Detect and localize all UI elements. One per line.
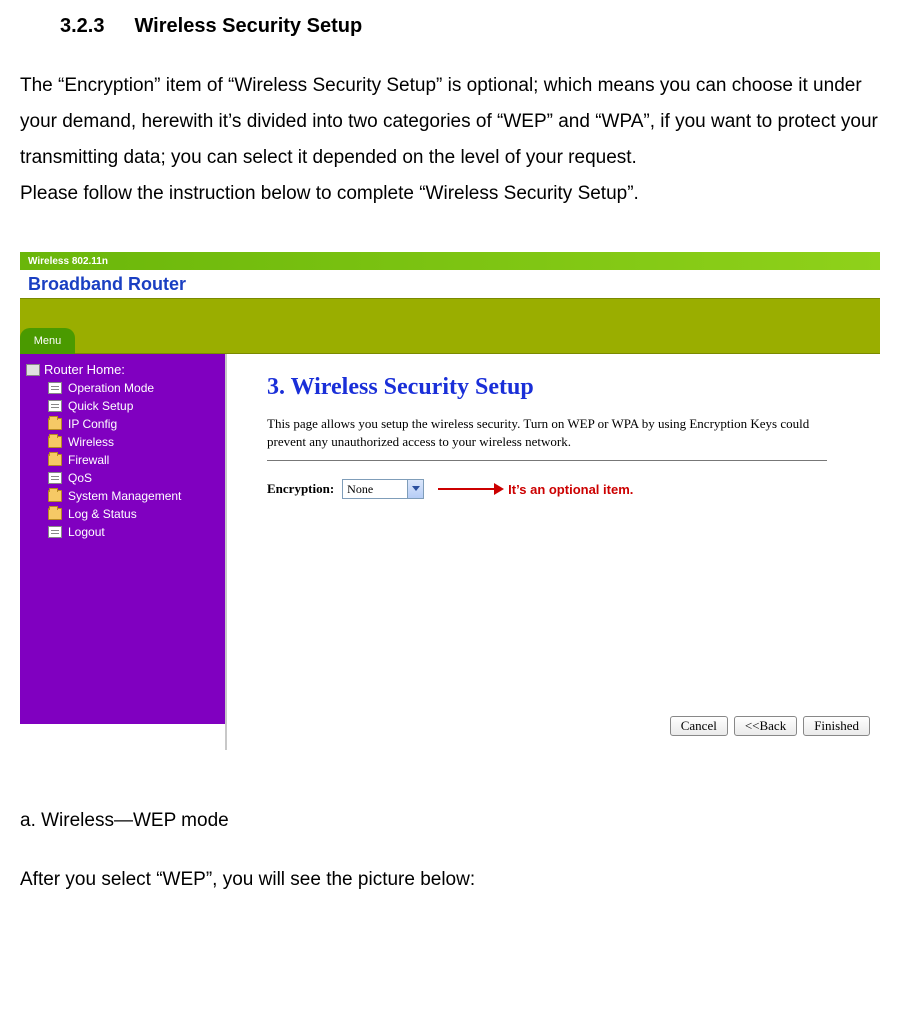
button-row: Cancel <<Back Finished — [670, 716, 870, 736]
sidebar-item-operation-mode[interactable]: Operation Mode — [20, 379, 225, 397]
sidebar-item-label: Quick Setup — [68, 399, 133, 413]
sidebar-item-logout[interactable]: Logout — [20, 523, 225, 541]
window-title: Wireless 802.11n — [28, 256, 108, 267]
router-screenshot: Wireless 802.11n Broadband Router Menu R… — [20, 252, 880, 750]
cancel-button[interactable]: Cancel — [670, 716, 728, 736]
sidebar-item-label: QoS — [68, 471, 92, 485]
sidebar-item-system-management[interactable]: System Management — [20, 487, 225, 505]
sidebar-item-label: Wireless — [68, 435, 114, 449]
doc-icon — [48, 472, 62, 484]
paragraph-3: After you select “WEP”, you will see the… — [20, 862, 899, 898]
section-title: Wireless Security Setup — [134, 15, 362, 37]
encryption-value: None — [343, 482, 407, 497]
arrow-line-icon — [438, 488, 494, 490]
menu-tab[interactable]: Menu — [20, 328, 75, 354]
sidebar-item-quick-setup[interactable]: Quick Setup — [20, 397, 225, 415]
encryption-select[interactable]: None — [342, 479, 424, 499]
sidebar-item-log-status[interactable]: Log & Status — [20, 505, 225, 523]
window-titlebar: Wireless 802.11n — [20, 252, 880, 270]
folder-icon — [48, 418, 62, 430]
brand-bar: Broadband Router — [20, 270, 880, 298]
encryption-label: Encryption: — [267, 481, 334, 497]
menu-tab-label: Menu — [34, 335, 62, 347]
folder-icon — [48, 454, 62, 466]
doc-icon — [48, 526, 62, 538]
doc-icon — [48, 400, 62, 412]
section-number: 3.2.3 — [60, 15, 104, 38]
section-heading: 3.2.3 Wireless Security Setup — [60, 15, 899, 38]
sidebar-root-label: Router Home: — [44, 362, 125, 377]
sidebar-root[interactable]: Router Home: — [20, 360, 225, 379]
arrow-head-icon — [494, 483, 504, 495]
paragraph-2: Please follow the instruction below to c… — [20, 183, 639, 204]
brand-text: Broadband Router — [28, 274, 186, 295]
sidebar: Router Home: Operation Mode Quick Setup … — [20, 354, 225, 724]
sidebar-item-label: Operation Mode — [68, 381, 154, 395]
sidebar-item-label: Logout — [68, 525, 105, 539]
page-description: This page allows you setup the wireless … — [267, 415, 827, 461]
encryption-row: Encryption: None It’s an optional item. — [267, 479, 860, 499]
folder-icon — [48, 436, 62, 448]
sidebar-item-label: Log & Status — [68, 507, 137, 521]
doc-icon — [48, 382, 62, 394]
sidebar-item-label: System Management — [68, 489, 181, 503]
sidebar-item-ip-config[interactable]: IP Config — [20, 415, 225, 433]
paragraph-1: The “Encryption” item of “Wireless Secur… — [20, 75, 878, 168]
back-button[interactable]: <<Back — [734, 716, 797, 736]
sidebar-item-label: Firewall — [68, 453, 109, 467]
folder-icon — [48, 508, 62, 520]
sidebar-item-label: IP Config — [68, 417, 117, 431]
chevron-down-icon — [407, 480, 423, 498]
folder-icon — [48, 490, 62, 502]
finished-button[interactable]: Finished — [803, 716, 870, 736]
monitor-icon — [26, 364, 40, 376]
sub-heading: a. Wireless—WEP mode — [20, 810, 899, 832]
callout-text: It’s an optional item. — [508, 482, 633, 497]
sidebar-item-firewall[interactable]: Firewall — [20, 451, 225, 469]
page-title: 3. Wireless Security Setup — [267, 374, 860, 401]
intro-paragraphs: The “Encryption” item of “Wireless Secur… — [20, 68, 899, 212]
sidebar-item-wireless[interactable]: Wireless — [20, 433, 225, 451]
sidebar-item-qos[interactable]: QoS — [20, 469, 225, 487]
content-panel: 3. Wireless Security Setup This page all… — [225, 354, 880, 750]
callout-arrow: It’s an optional item. — [438, 482, 633, 497]
accent-bar — [20, 298, 880, 354]
